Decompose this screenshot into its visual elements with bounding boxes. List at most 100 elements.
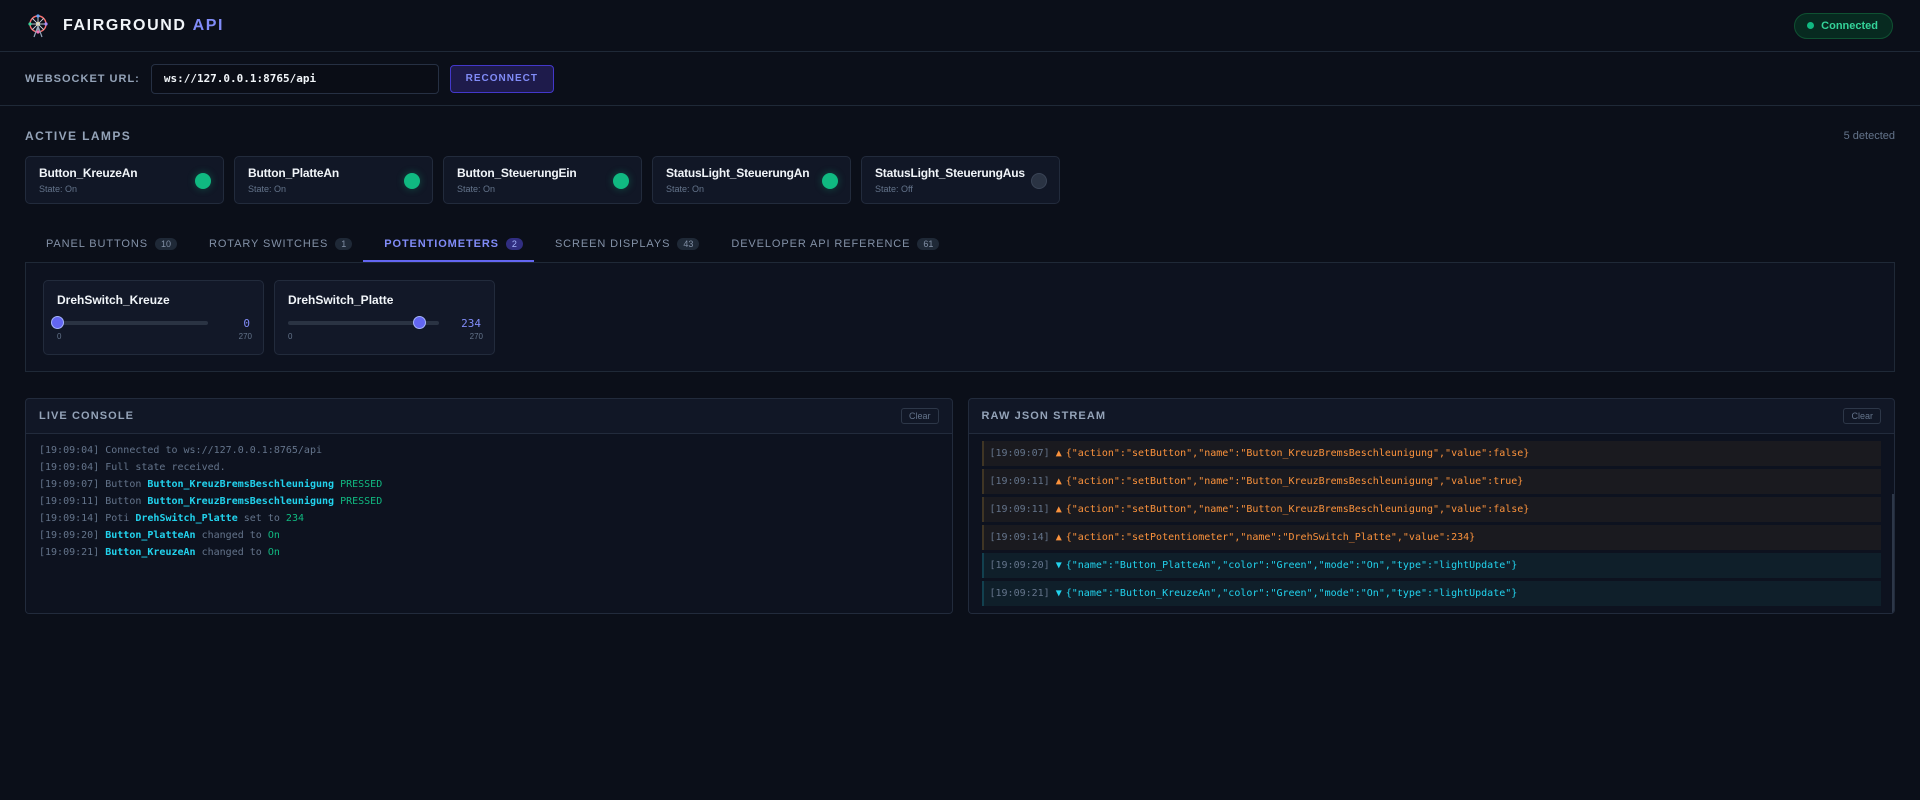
lamp-state: State: On [248,184,287,194]
console-value: On [267,547,280,558]
console-timestamp: [19:09:20] [39,530,100,541]
slider-thumb[interactable] [51,316,64,329]
console-value: PRESSED [340,479,383,490]
tab-count-badge: 10 [154,238,177,250]
console-value: PRESSED [340,496,383,507]
raw-json-stream-title: RAW JSON STREAM [981,410,1107,422]
json-payload: {"action":"setButton","name":"Button_Kre… [1065,476,1524,487]
control-tabs: PANEL BUTTONS 10 ROTARY SWITCHES 1 POTEN… [25,228,1895,262]
lamp-card: StatusLight_SteuerungAn State: On [652,156,851,204]
tab-developer-api-reference[interactable]: DEVELOPER API REFERENCE 61 [710,228,950,262]
tab-count-badge: 61 [917,238,940,250]
json-payload: {"name":"Button_PlatteAn","color":"Green… [1065,560,1518,571]
json-timestamp: [19:09:21] [989,588,1050,599]
console-line: [19:09:21] Button_KreuzeAn changed to On [39,544,939,561]
tab-label: POTENTIOMETERS [384,238,499,250]
raw-json-stream-panel: RAW JSON STREAM Clear [19:09:07] ▲ {"actio… [967,398,1895,614]
tab-label: ROTARY SWITCHES [208,238,329,250]
tab-label: DEVELOPER API REFERENCE [731,238,911,250]
tab-panel-buttons[interactable]: PANEL BUTTONS 10 [25,228,188,262]
arrow-down-icon: ▼ [1055,560,1062,571]
lamp-name: Button_KreuzeAn [39,166,138,180]
lamp-name: StatusLight_SteuerungAus [875,166,1025,180]
app-title: FAIRGROUND API [63,17,224,35]
arrow-up-icon: ▲ [1055,448,1062,459]
brand-main: FAIRGROUND [63,16,187,34]
active-lamps-section: ACTIVE LAMPS 5 detected Button_KreuzeAn … [0,106,1920,204]
slider-max-label: 270 [469,332,483,341]
slider-max-label: 270 [238,332,252,341]
json-timestamp: [19:09:14] [989,532,1050,543]
lamp-card: Button_PlatteAn State: On [234,156,433,204]
app-header: FAIRGROUND API Connected [0,0,1920,52]
potentiometer-card: DrehSwitch_Platte 234 0 270 [274,280,495,355]
console-text: Button [105,496,142,507]
json-timestamp: [19:09:11] [989,504,1050,515]
potentiometer-slider[interactable] [51,316,208,329]
lamp-name: Button_SteuerungEin [457,166,577,180]
console-timestamp: [19:09:04] [39,462,100,473]
console-log: [19:09:04] Connected to ws://127.0.0.1:8… [26,434,952,613]
console-line: [19:09:04] Full state received. [39,459,939,476]
console-line: [19:09:11] Button Button_KreuzBremsBesch… [39,493,939,510]
active-lamps-title: ACTIVE LAMPS [25,129,132,143]
ferris-wheel-icon [28,13,48,37]
console-line: [19:09:04] Connected to ws://127.0.0.1:8… [39,442,939,459]
potentiometer-value: 234 [461,316,481,330]
json-incoming-entry: [19:09:21] ▼ {"name":"Button_KreuzeAn","co… [981,581,1881,606]
json-timestamp: [19:09:20] [989,560,1050,571]
json-payload: {"action":"setPotentiometer","name":"Dre… [1065,532,1476,543]
slider-min-label: 0 [57,332,62,341]
json-timestamp: [19:09:07] [989,448,1050,459]
tab-count-badge: 1 [335,238,353,250]
lamp-name: Button_PlatteAn [248,166,339,180]
console-line: [19:09:07] Button Button_KreuzBremsBesch… [39,476,939,493]
tab-screen-displays[interactable]: SCREEN DISPLAYS 43 [534,228,710,262]
potentiometer-slider[interactable] [288,316,439,329]
brand-accent: API [192,16,225,34]
console-text: Button [105,479,142,490]
console-entity-name: Button_KreuzBremsBeschleunigung [147,496,335,507]
websocket-url-label: WEBSOCKET URL: [25,72,140,85]
connection-status-badge: Connected [1794,12,1893,39]
connection-status-text: Connected [1821,19,1878,32]
lamp-indicator-icon [404,173,420,189]
potentiometer-name: DrehSwitch_Platte [288,293,394,307]
tab-rotary-switches[interactable]: ROTARY SWITCHES 1 [188,228,363,262]
console-entity-name: Button_KreuzeAn [105,547,196,558]
console-timestamp: [19:09:21] [39,547,100,558]
console-text: set to [243,513,280,524]
potentiometer-card: DrehSwitch_Kreuze 0 0 270 [43,280,264,355]
json-payload: {"name":"Button_KreuzeAn","color":"Green… [1065,588,1518,599]
arrow-up-icon: ▲ [1055,532,1062,543]
console-timestamp: [19:09:14] [39,513,100,524]
live-console-panel: LIVE CONSOLE Clear [19:09:04] Connected … [25,398,953,614]
lamp-name: StatusLight_SteuerungAn [666,166,810,180]
console-timestamp: [19:09:07] [39,479,100,490]
console-text: Poti [105,513,130,524]
console-value: On [267,530,280,541]
clear-json-button[interactable]: Clear [1843,408,1881,424]
lamp-state: State: On [39,184,78,194]
lamp-indicator-icon [1031,173,1047,189]
json-stream-log: [19:09:07] ▲ {"action":"setButton","name":… [968,434,1894,613]
scrollbar[interactable] [1892,494,1894,613]
json-outgoing-entry: [19:09:11] ▲ {"action":"setButton","name":… [981,497,1881,522]
websocket-url-input[interactable] [150,63,439,94]
tab-potentiometers[interactable]: POTENTIOMETERS 2 [363,228,534,262]
reconnect-button[interactable]: RECONNECT [449,64,554,93]
lamp-state: State: On [666,184,705,194]
console-timestamp: [19:09:04] [39,445,100,456]
status-dot-icon [1807,22,1815,29]
console-text: Connected to ws://127.0.0.1:8765/api [105,445,322,456]
console-entity-name: Button_PlatteAn [105,530,196,541]
json-incoming-entry: [19:09:20] ▼ {"name":"Button_PlatteAn","co… [981,553,1881,578]
lamp-list: Button_KreuzeAn State: On Button_PlatteA… [25,156,1895,204]
json-timestamp: [19:09:11] [989,476,1050,487]
tab-count-badge: 2 [505,238,523,250]
slider-thumb[interactable] [412,316,426,329]
clear-console-button[interactable]: Clear [900,408,939,424]
lamp-indicator-icon [822,173,838,189]
potentiometer-name: DrehSwitch_Kreuze [57,293,170,307]
lamps-detected-count: 5 detected [1843,130,1895,142]
